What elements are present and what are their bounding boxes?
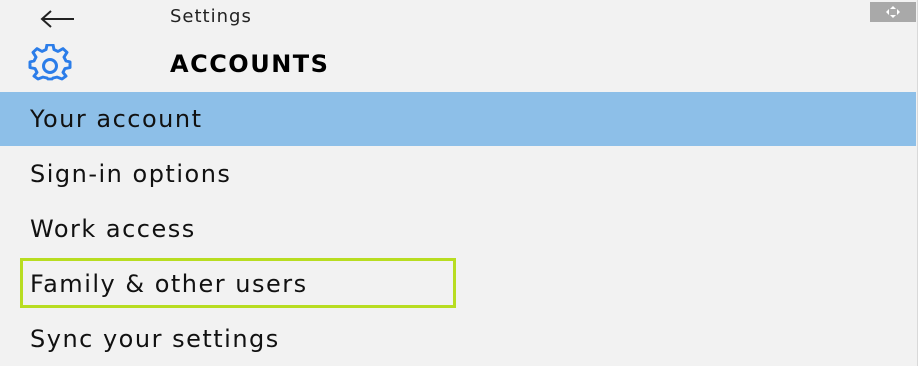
nav-item-sign-in-options[interactable]: Sign-in options: [0, 147, 916, 201]
move-icon[interactable]: [870, 2, 916, 22]
nav-item-label: Family & other users: [30, 270, 308, 298]
nav-item-sync-settings[interactable]: Sync your settings: [0, 312, 916, 366]
nav-item-your-account[interactable]: Your account: [0, 92, 916, 146]
settings-window: Settings ACCOUNTS Your account Sign-in o…: [0, 0, 918, 366]
back-arrow-icon: [40, 10, 74, 28]
nav-item-family-other-users[interactable]: Family & other users: [0, 257, 916, 311]
section-title: ACCOUNTS: [170, 50, 330, 78]
gear-icon: [28, 44, 72, 81]
nav-item-label: Sign-in options: [30, 160, 232, 188]
app-title: Settings: [170, 6, 252, 27]
nav-item-label: Sync your settings: [30, 325, 280, 353]
back-button[interactable]: [30, 4, 86, 34]
nav-item-label: Your account: [30, 105, 203, 133]
nav-item-label: Work access: [30, 215, 196, 243]
nav-item-work-access[interactable]: Work access: [0, 202, 916, 256]
